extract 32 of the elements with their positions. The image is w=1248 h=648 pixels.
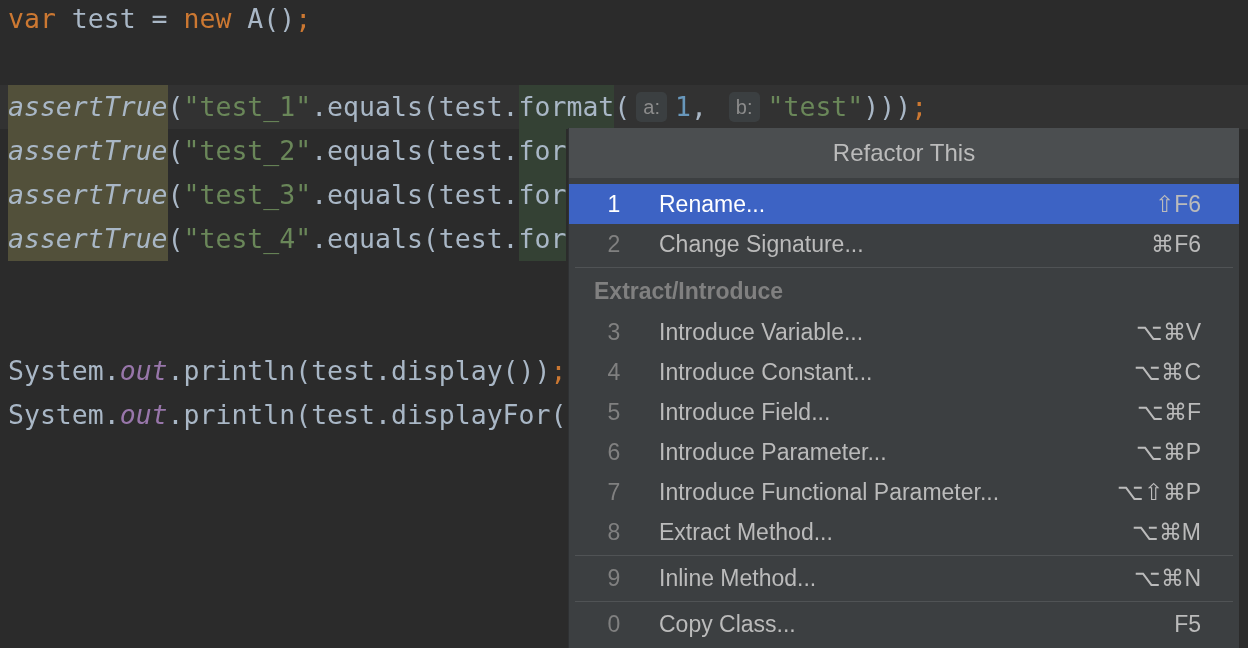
- highlighted-code: assertTrue: [8, 85, 168, 129]
- menu-item[interactable]: 2 Change Signature... ⌘F6: [569, 224, 1239, 264]
- highlighted-code: assertTrue: [8, 217, 168, 261]
- highlighted-code: assertTrue: [8, 129, 168, 173]
- code-text: 1,: [674, 90, 708, 124]
- highlighted-code: for: [518, 217, 567, 261]
- menu-item[interactable]: 6 Introduce Parameter... ⌥⌘P: [569, 432, 1239, 472]
- highlighted-code: for: [518, 129, 567, 173]
- highlighted-code: for: [518, 173, 567, 217]
- parameter-hint: b:: [728, 92, 760, 122]
- code-text: (: [614, 90, 631, 124]
- menu-item[interactable]: 9 Inline Method... ⌥⌘N: [569, 558, 1239, 598]
- code-text: var test = new A();: [8, 2, 312, 36]
- menu-item[interactable]: 5 Introduce Field... ⌥⌘F: [569, 392, 1239, 432]
- menu-item[interactable]: 1 Rename... ⇧F6: [569, 184, 1239, 224]
- code-text: "test")));: [767, 90, 928, 124]
- menu-item[interactable]: 4 Introduce Constant... ⌥⌘C: [569, 352, 1239, 392]
- code-text: ("test_2".equals(test.: [167, 134, 519, 168]
- menu-item[interactable]: 8 Extract Method... ⌥⌘M: [569, 512, 1239, 552]
- code-text: ("test_3".equals(test.: [167, 178, 519, 212]
- code-text: ("test_4".equals(test.: [167, 222, 519, 256]
- code-text: System.out.println(test.display());: [8, 354, 567, 388]
- code-text: ("test_1".equals(test.: [167, 90, 519, 124]
- highlighted-code: assertTrue: [8, 173, 168, 217]
- parameter-hint: a:: [636, 92, 667, 122]
- code-text: System.out.println(test.displayFor(: [8, 398, 567, 432]
- section-header: Extract/Introduce: [593, 277, 785, 306]
- popup-title: Refactor This: [569, 128, 1239, 178]
- highlighted-code: format: [518, 85, 615, 129]
- menu-item[interactable]: 0 Copy Class... F5: [569, 604, 1239, 644]
- menu-item[interactable]: 3 Introduce Variable... ⌥⌘V: [569, 312, 1239, 352]
- menu-item[interactable]: 7 Introduce Functional Parameter... ⌥⇧⌘P: [569, 472, 1239, 512]
